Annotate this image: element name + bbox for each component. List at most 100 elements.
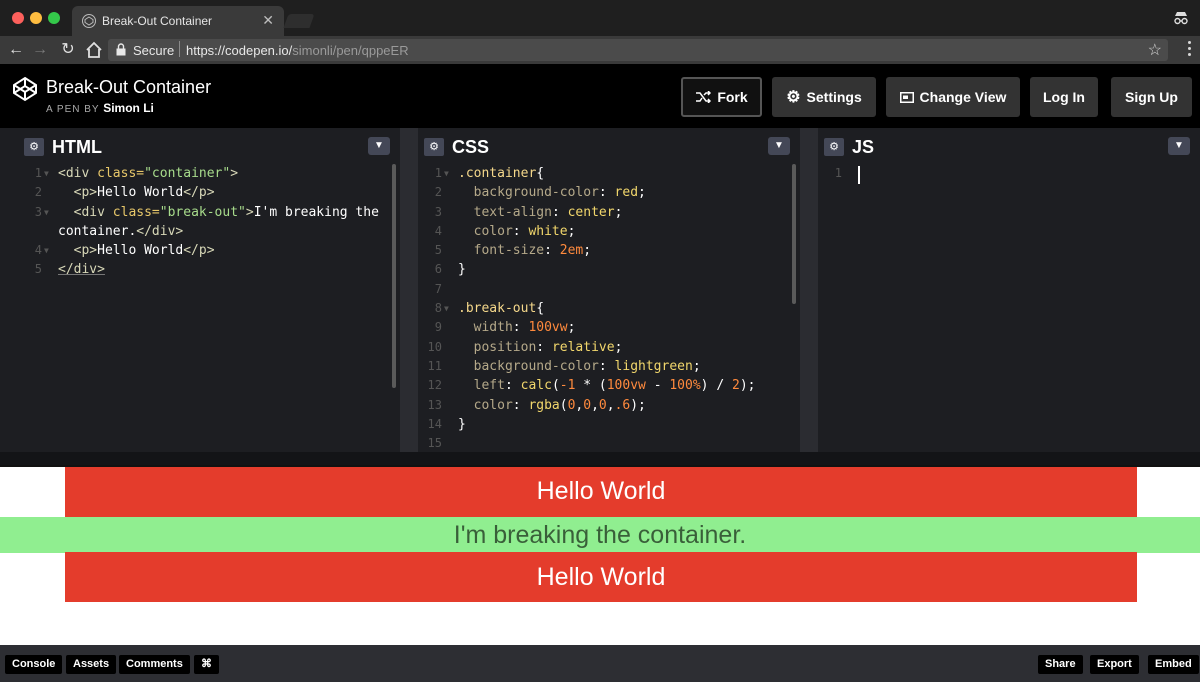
comments-button[interactable]: Comments — [119, 655, 190, 674]
address-divider — [179, 41, 180, 57]
reload-icon[interactable]: ↻ — [58, 40, 78, 60]
change-view-button[interactable]: Change View — [886, 77, 1020, 117]
window-minimize-button[interactable] — [30, 12, 42, 24]
pen-byline: A PEN BY Simon Li — [46, 101, 154, 115]
css-editor[interactable]: ⚙ CSS ▼ 1 ▼ .container{ 2 background-color… — [418, 128, 800, 452]
js-editor[interactable]: ⚙ JS ▼ 1 — [818, 128, 1200, 452]
html-settings-gear-icon[interactable]: ⚙ — [24, 138, 44, 156]
bookmark-star-icon[interactable]: ☆ — [1148, 40, 1162, 60]
url-path: simonli/pen/qppeER — [292, 43, 409, 58]
fold-arrow-icon: ▼ — [44, 207, 49, 217]
gear-icon: ⚙ — [786, 89, 801, 106]
code-line: 1 — [834, 166, 842, 180]
code-line: 1 ▼ .container{ — [418, 164, 800, 183]
css-settings-gear-icon[interactable]: ⚙ — [424, 138, 444, 156]
code-line: 8 ▼ .break-out{ — [418, 299, 800, 318]
browser-menu-icon[interactable] — [1188, 41, 1192, 59]
text-cursor — [858, 166, 860, 184]
html-editor-title: HTML — [52, 137, 102, 157]
signup-label: Sign Up — [1125, 89, 1178, 105]
incognito-icon — [1174, 12, 1188, 25]
url-host: https://codepen.io/ — [186, 43, 293, 58]
settings-button[interactable]: ⚙ Settings — [772, 77, 876, 117]
console-button[interactable]: Console — [5, 655, 63, 674]
fork-button[interactable]: Fork — [681, 77, 762, 117]
code-line: 7 — [434, 281, 442, 296]
pen-author-link[interactable]: Simon Li — [103, 101, 154, 115]
login-label: Log In — [1043, 89, 1085, 105]
change-view-icon — [899, 91, 914, 103]
url-text: https://codepen.io/simonli/pen/qppeER — [186, 43, 409, 58]
tab-title: Break-Out Container — [102, 14, 213, 28]
result-preview: Hello World I'm breaking the container. … — [0, 465, 1200, 645]
code-line: 9 width: 100vw; — [434, 320, 576, 336]
js-code[interactable]: 1 — [818, 164, 1200, 183]
css-code[interactable]: 1 ▼ .container{ 2 background-color: red; 3… — [418, 164, 800, 452]
code-line: 4 ▼ <p>Hello World</p> — [18, 241, 400, 260]
fold-arrow-icon: ▼ — [44, 246, 49, 256]
html-scrollbar[interactable] — [392, 164, 396, 388]
code-line: 3 text-align: center; — [434, 204, 623, 220]
editor-panes: ⚙ HTML ▼ 1 ▼ <div class="container"> 2 <p>… — [0, 128, 1200, 465]
code-line: 2 <p>Hello World</p> — [34, 185, 215, 201]
share-button[interactable]: Share — [1038, 655, 1083, 674]
keyboard-shortcuts-button[interactable]: ⌘ — [194, 655, 219, 674]
js-editor-title: JS — [852, 137, 875, 157]
js-settings-gear-icon[interactable]: ⚙ — [824, 138, 844, 156]
code-line: 3 ▼ <div class="break-out">I'm breaking t… — [18, 203, 400, 222]
settings-label: Settings — [806, 89, 862, 105]
html-editor[interactable]: ⚙ HTML ▼ 1 ▼ <div class="container"> 2 <p>… — [18, 128, 400, 452]
codepen-logo-icon[interactable] — [12, 76, 38, 102]
fork-label: Fork — [717, 89, 748, 105]
embed-button[interactable]: Embed — [1148, 655, 1199, 674]
export-button[interactable]: Export — [1090, 655, 1139, 674]
html-code[interactable]: 1 ▼ <div class="container"> 2 <p>Hello Wor… — [18, 164, 400, 280]
fork-icon — [696, 91, 712, 103]
code-line: 5 font-size: 2em; — [434, 243, 592, 259]
pen-header: Break-Out Container A PEN BY Simon Li Fo… — [0, 64, 1200, 128]
css-js-resize-handle[interactable] — [800, 128, 818, 452]
window-maximize-button[interactable] — [48, 12, 60, 24]
signup-button[interactable]: Sign Up — [1111, 77, 1192, 117]
code-line: 13 color: rgba(0,0,0,.6); — [427, 397, 646, 413]
byline-prefix: A PEN BY — [46, 104, 100, 115]
fold-arrow-icon: ▼ — [444, 304, 449, 314]
browser-tab[interactable]: Break-Out Container ✕ — [72, 6, 284, 36]
lock-icon — [116, 43, 126, 56]
window-close-button[interactable] — [12, 12, 24, 24]
forward-arrow-icon[interactable]: → — [30, 40, 50, 60]
login-button[interactable]: Log In — [1030, 77, 1098, 117]
html-collapse-chevron-icon[interactable]: ▼ — [368, 137, 390, 155]
code-line: 4 color: white; — [434, 223, 576, 239]
change-view-label: Change View — [919, 89, 1007, 105]
code-line: 14} — [427, 416, 466, 432]
break-out-box: I'm breaking the container. — [0, 517, 1200, 553]
code-line: container.</div> — [58, 223, 184, 239]
css-collapse-chevron-icon[interactable]: ▼ — [768, 137, 790, 155]
browser-tab-bar: Break-Out Container ✕ — [0, 0, 1200, 36]
assets-button[interactable]: Assets — [66, 655, 117, 674]
code-line: 12 left: calc(-1 * (100vw - 100%) / 2); — [427, 378, 756, 394]
new-tab-button[interactable] — [283, 14, 315, 28]
code-line: 15 — [427, 436, 442, 451]
fold-arrow-icon: ▼ — [444, 169, 449, 178]
css-scrollbar[interactable] — [792, 164, 796, 304]
js-editor-header: ⚙ JS ▼ — [818, 128, 1200, 164]
code-line: 6} — [434, 262, 466, 278]
js-collapse-chevron-icon[interactable]: ▼ — [1168, 137, 1190, 155]
container-hello-world-1: Hello World — [65, 467, 1137, 516]
html-css-resize-handle[interactable] — [400, 128, 418, 452]
container-hello-world-2: Hello World — [65, 552, 1137, 602]
secure-label: Secure — [133, 43, 175, 58]
address-bar[interactable]: Secure https://codepen.io/simonli/pen/qp… — [108, 39, 1168, 61]
code-line: 5 </div> — [34, 262, 105, 278]
browser-toolbar: ← → ↻ Secure https://codepen.io/simonli/… — [0, 36, 1200, 64]
css-editor-header: ⚙ CSS ▼ — [418, 128, 800, 164]
html-editor-header: ⚙ HTML ▼ — [18, 128, 400, 164]
tab-close-icon[interactable]: ✕ — [262, 12, 274, 29]
home-icon[interactable] — [84, 40, 104, 60]
codepen-favicon-icon — [82, 14, 96, 28]
code-line: 1 ▼ <div class="container"> — [18, 164, 400, 183]
code-line: 11 background-color: lightgreen; — [427, 358, 701, 374]
back-arrow-icon[interactable]: ← — [6, 40, 26, 60]
